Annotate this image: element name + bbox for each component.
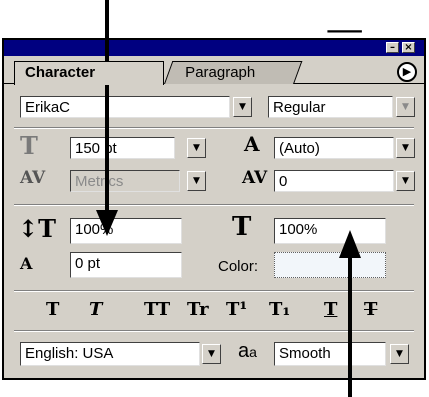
- kerning-dropdown[interactable]: ▼: [187, 171, 206, 191]
- font-size-dropdown[interactable]: ▼: [187, 138, 206, 158]
- leading-field[interactable]: (Auto): [274, 137, 394, 159]
- chevron-down-icon: ▼: [402, 143, 409, 153]
- baseline-shift-icon: A: [20, 254, 33, 273]
- chevron-down-icon: ▼: [193, 143, 200, 153]
- all-caps-button[interactable]: TT: [144, 298, 170, 322]
- tab-character-label: Character: [25, 64, 96, 81]
- antialias-icon-a-small: a: [249, 344, 257, 360]
- tracking-field[interactable]: 0: [274, 170, 394, 192]
- font-size-icon: T: [20, 131, 38, 160]
- leading-icon: A: [244, 132, 260, 156]
- vertical-scale-icon: ↕T: [18, 214, 56, 243]
- tab-paragraph[interactable]: Paragraph: [164, 61, 303, 84]
- tab-row: Character Paragraph ▶: [4, 56, 424, 85]
- horizontal-scale-icon: T: [232, 212, 252, 242]
- separator: [14, 290, 414, 292]
- chevron-down-icon: ▼: [239, 102, 246, 112]
- tracking-dropdown[interactable]: ▼: [396, 171, 415, 191]
- underline-button[interactable]: T: [324, 298, 337, 322]
- antialias-icon-a-large: a: [238, 340, 250, 362]
- kerning-icon: AV: [20, 168, 46, 188]
- character-palette: – × Character Paragraph ▶ ErikaC ▼ Regul…: [2, 38, 426, 380]
- leading-dropdown[interactable]: ▼: [396, 138, 415, 158]
- antialias-field[interactable]: Smooth: [274, 342, 386, 366]
- chevron-down-icon: ▼: [402, 176, 409, 186]
- tab-baseline-right: [294, 83, 424, 84]
- subscript-button[interactable]: T₁: [269, 298, 290, 322]
- chevron-down-icon: ▼: [396, 349, 403, 359]
- chevron-down-icon: ▼: [208, 349, 215, 359]
- tracking-icon: AV: [242, 168, 268, 188]
- separator: [14, 127, 414, 129]
- vertical-scale-field[interactable]: 100%: [70, 218, 182, 244]
- triangle-right-icon: ▶: [402, 66, 412, 78]
- top-mark-glyph: _: [328, 0, 362, 38]
- strikethrough-button[interactable]: T: [364, 298, 377, 322]
- faux-bold-button[interactable]: T: [46, 298, 59, 322]
- minimize-button[interactable]: –: [386, 42, 399, 53]
- tab-baseline-left: [4, 83, 14, 84]
- separator: [14, 330, 414, 332]
- font-style-field[interactable]: Regular: [268, 96, 393, 118]
- kerning-field[interactable]: Metrics: [70, 170, 180, 192]
- color-swatch[interactable]: [274, 252, 386, 278]
- font-size-field[interactable]: 150 pt: [70, 137, 175, 159]
- antialias-dropdown[interactable]: ▼: [390, 344, 409, 364]
- chevron-down-icon: ▼: [193, 176, 200, 186]
- tab-character[interactable]: Character: [14, 61, 164, 85]
- antialias-icon: aa: [238, 340, 257, 363]
- separator: [14, 204, 414, 206]
- title-bar: – ×: [4, 40, 424, 56]
- chevron-down-icon: ▼: [402, 102, 409, 112]
- small-caps-button[interactable]: Tr: [187, 298, 209, 322]
- baseline-shift-field[interactable]: 0 pt: [70, 252, 182, 278]
- superscript-button[interactable]: T¹: [226, 298, 247, 322]
- language-field[interactable]: English: USA: [20, 342, 200, 366]
- font-family-field[interactable]: ErikaC: [20, 96, 230, 118]
- color-label: Color:: [218, 258, 259, 275]
- language-dropdown[interactable]: ▼: [202, 344, 221, 364]
- font-family-dropdown[interactable]: ▼: [233, 97, 252, 117]
- close-button[interactable]: ×: [402, 42, 415, 53]
- tab-paragraph-label: Paragraph: [185, 64, 256, 81]
- horizontal-scale-field[interactable]: 100%: [274, 218, 386, 244]
- faux-italic-button[interactable]: T: [89, 298, 102, 322]
- font-style-dropdown[interactable]: ▼: [396, 97, 415, 117]
- palette-menu-button[interactable]: ▶: [397, 62, 417, 82]
